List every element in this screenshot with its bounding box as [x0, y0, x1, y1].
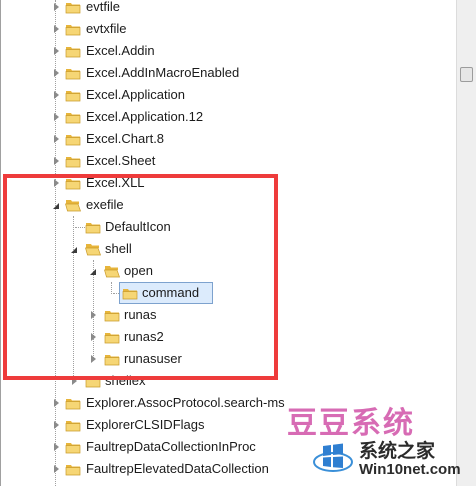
tree-item-label[interactable]: exefile	[84, 194, 126, 216]
folder-icon	[65, 417, 81, 433]
folder-icon	[65, 0, 81, 15]
expand-arrow-icon[interactable]	[51, 150, 63, 172]
expand-arrow-icon[interactable]	[51, 40, 63, 62]
expand-arrow-icon[interactable]	[51, 172, 63, 194]
tree-item-defaulticon[interactable]: DefaultIcon	[1, 216, 441, 238]
site-watermark: 豆豆系统 系统之家 Win10net.com	[279, 398, 476, 486]
folder-icon	[65, 461, 81, 477]
tree-item-label[interactable]: evtfile	[84, 0, 122, 18]
expand-arrow-icon[interactable]	[51, 0, 63, 18]
tree-item-excel-xll[interactable]: Excel.XLL	[1, 172, 441, 194]
tree-item-label[interactable]: Explorer.AssocProtocol.search-ms	[84, 392, 287, 414]
expand-arrow-icon[interactable]	[51, 62, 63, 84]
tree-item-label[interactable]: runasuser	[122, 348, 184, 370]
tree-item-runas2[interactable]: runas2	[1, 326, 441, 348]
folder-icon	[104, 307, 120, 323]
tree-item-label[interactable]: Excel.Chart.8	[84, 128, 166, 150]
folder-icon	[65, 395, 81, 411]
tree-item-label[interactable]: open	[122, 260, 155, 282]
tree-item-command[interactable]: command	[1, 282, 441, 304]
tree-item-label[interactable]: Excel.XLL	[84, 172, 147, 194]
folder-open-icon	[104, 263, 120, 279]
folder-icon	[65, 109, 81, 125]
folder-icon	[65, 65, 81, 81]
tree-item-label[interactable]: shellex	[103, 370, 147, 392]
tree-item-label[interactable]: Excel.Addin	[84, 40, 157, 62]
tree-item-excel-application-12[interactable]: Excel.Application.12	[1, 106, 441, 128]
tree-item-label[interactable]: Excel.Sheet	[84, 150, 157, 172]
expand-arrow-icon[interactable]	[51, 458, 63, 480]
folder-icon	[65, 43, 81, 59]
tree-item-excel-addin[interactable]: Excel.Addin	[1, 40, 441, 62]
expand-arrow-icon[interactable]	[69, 370, 81, 392]
folder-icon	[65, 153, 81, 169]
tree-item-label[interactable]: evtxfile	[84, 18, 128, 40]
tree-item-label[interactable]: Excel.Application	[84, 84, 187, 106]
folder-icon	[122, 285, 138, 301]
expand-arrow-icon[interactable]	[88, 348, 100, 370]
folder-icon	[104, 329, 120, 345]
folder-icon	[85, 219, 101, 235]
collapse-arrow-icon[interactable]	[51, 194, 63, 216]
folder-icon	[65, 175, 81, 191]
tree-item-excel-sheet[interactable]: Excel.Sheet	[1, 150, 441, 172]
tree-item-label[interactable]: runas	[122, 304, 159, 326]
windows-logo-icon	[313, 440, 353, 474]
expand-arrow-icon[interactable]	[51, 128, 63, 150]
tree-item-label-selected[interactable]: command	[119, 282, 213, 304]
expand-arrow-icon[interactable]	[88, 304, 100, 326]
tree-item-label[interactable]: DefaultIcon	[103, 216, 173, 238]
tree-item-label[interactable]: Excel.AddInMacroEnabled	[84, 62, 241, 84]
folder-icon	[65, 87, 81, 103]
expand-arrow-icon[interactable]	[51, 84, 63, 106]
tree-item-label[interactable]: FaultrepDataCollectionInProc	[84, 436, 258, 458]
tree-item-excel-addinmacroenabled[interactable]: Excel.AddInMacroEnabled	[1, 62, 441, 84]
tree-item-excel-application[interactable]: Excel.Application	[1, 84, 441, 106]
folder-open-icon	[85, 241, 101, 257]
watermark-url: Win10net.com	[359, 461, 461, 478]
watermark-subtitle: 系统之家	[359, 440, 436, 462]
scrollbar-thumb[interactable]	[460, 67, 473, 82]
tree-item-excel-chart-8[interactable]: Excel.Chart.8	[1, 128, 441, 150]
expand-arrow-icon[interactable]	[51, 106, 63, 128]
collapse-arrow-icon[interactable]	[88, 260, 100, 282]
tree-item-runas[interactable]: runas	[1, 304, 441, 326]
tree-item-label[interactable]: runas2	[122, 326, 166, 348]
tree-item-exefile[interactable]: exefile	[1, 194, 441, 216]
registry-editor-window: evtfile evtxfile Excel.Addin Excel.AddIn…	[0, 0, 476, 486]
folder-icon	[65, 439, 81, 455]
tree-item-runasuser[interactable]: runasuser	[1, 348, 441, 370]
folder-icon	[85, 373, 101, 389]
tree-item-open[interactable]: open	[1, 260, 441, 282]
tree-item-evtfile[interactable]: evtfile	[1, 0, 441, 18]
tree-item-label[interactable]: ExplorerCLSIDFlags	[84, 414, 207, 436]
folder-icon	[65, 21, 81, 37]
collapse-arrow-icon[interactable]	[69, 238, 81, 260]
folder-icon	[104, 351, 120, 367]
expand-arrow-icon[interactable]	[51, 414, 63, 436]
tree-item-shellex[interactable]: shellex	[1, 370, 441, 392]
folder-icon	[65, 131, 81, 147]
expand-arrow-icon[interactable]	[88, 326, 100, 348]
expand-arrow-icon[interactable]	[51, 18, 63, 40]
expand-arrow-icon[interactable]	[51, 392, 63, 414]
expand-arrow-icon[interactable]	[51, 436, 63, 458]
tree-item-label[interactable]: command	[142, 283, 199, 303]
tree-item-label[interactable]: FaultrepElevatedDataCollection	[84, 458, 271, 480]
tree-item-label[interactable]: Excel.Application.12	[84, 106, 205, 128]
folder-open-icon	[65, 197, 81, 213]
tree-item-shell[interactable]: shell	[1, 238, 441, 260]
tree-item-evtxfile[interactable]: evtxfile	[1, 18, 441, 40]
tree-item-label[interactable]: shell	[103, 238, 134, 260]
